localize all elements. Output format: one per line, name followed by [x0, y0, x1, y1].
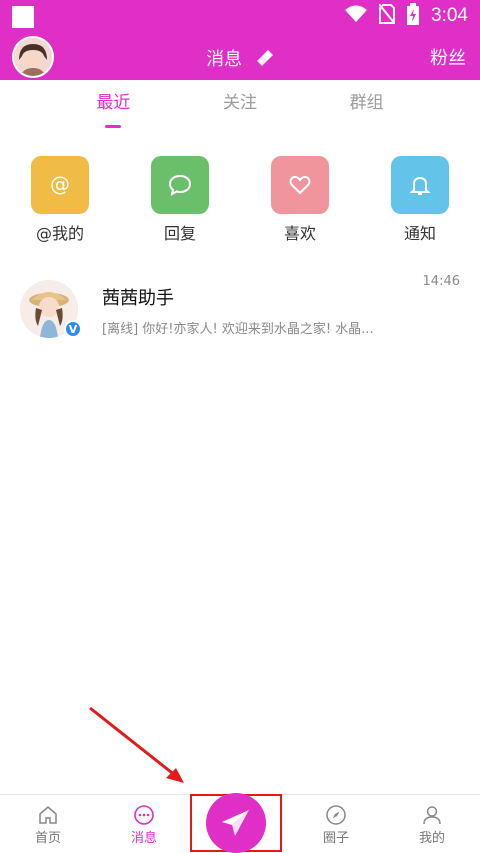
nav-profile[interactable]: 我的: [384, 795, 480, 853]
tab-recent[interactable]: 最近: [73, 80, 153, 132]
compass-icon: [288, 803, 384, 827]
heart-icon: [271, 156, 329, 214]
clear-broom-icon[interactable]: [256, 49, 274, 72]
post-button-highlight: [190, 793, 282, 853]
nav-circle[interactable]: 圈子: [288, 795, 384, 853]
nav-label: 首页: [34, 831, 61, 846]
message-icon: [96, 803, 192, 827]
conversation-time: 14:46: [422, 274, 460, 289]
status-time: 3:04: [431, 5, 468, 26]
quick-action-label: 喜欢: [283, 224, 316, 243]
quick-action-likes[interactable]: 喜欢: [255, 156, 345, 244]
quick-action-mentions[interactable]: @ @我的: [15, 156, 105, 244]
message-tabs: 最近 关注 群组: [0, 80, 480, 132]
nav-label: 圈子: [322, 831, 349, 846]
no-sim-icon: [378, 3, 396, 28]
quick-actions: @ @我的 回复 喜欢 通知: [0, 156, 480, 244]
nav-messages[interactable]: 消息: [96, 795, 192, 853]
verified-badge: V: [64, 320, 82, 338]
notification-square-icon: [12, 6, 34, 28]
conversation-name: 茜茜助手: [102, 288, 174, 309]
quick-action-label: 回复: [163, 224, 196, 243]
tab-following[interactable]: 关注: [200, 80, 280, 132]
quick-action-notifications[interactable]: 通知: [375, 156, 465, 244]
svg-text:@: @: [50, 173, 70, 196]
bell-icon: [391, 156, 449, 214]
page-title-text: 消息: [206, 49, 243, 70]
nav-home[interactable]: 首页: [0, 795, 96, 853]
tab-groups[interactable]: 群组: [327, 80, 407, 132]
battery-icon: [407, 3, 420, 29]
page-title: 消息: [0, 45, 480, 72]
chat-bubble-icon: [151, 156, 209, 214]
quick-action-replies[interactable]: 回复: [135, 156, 225, 244]
profile-icon: [384, 803, 480, 827]
nav-label: 我的: [418, 831, 445, 846]
status-icons: 3:04: [345, 3, 468, 29]
nav-label: 消息: [130, 831, 157, 846]
quick-action-label: @我的: [35, 224, 84, 243]
home-icon: [0, 803, 96, 827]
paper-plane-icon: [222, 810, 249, 836]
post-button[interactable]: [206, 793, 266, 853]
status-bar: 3:04: [0, 0, 480, 32]
conversation-preview: [离线] 你好!亦家人! 欢迎来到水晶之家! 水晶...: [102, 322, 374, 337]
app-header: 消息 粉丝: [0, 32, 480, 80]
conversation-item[interactable]: V 茜茜助手 [离线] 你好!亦家人! 欢迎来到水晶之家! 水晶... 14:4…: [0, 268, 480, 348]
fans-link[interactable]: 粉丝: [430, 44, 466, 70]
quick-action-label: 通知: [403, 224, 436, 243]
wifi-icon: [345, 5, 368, 27]
at-icon: @: [31, 156, 89, 214]
